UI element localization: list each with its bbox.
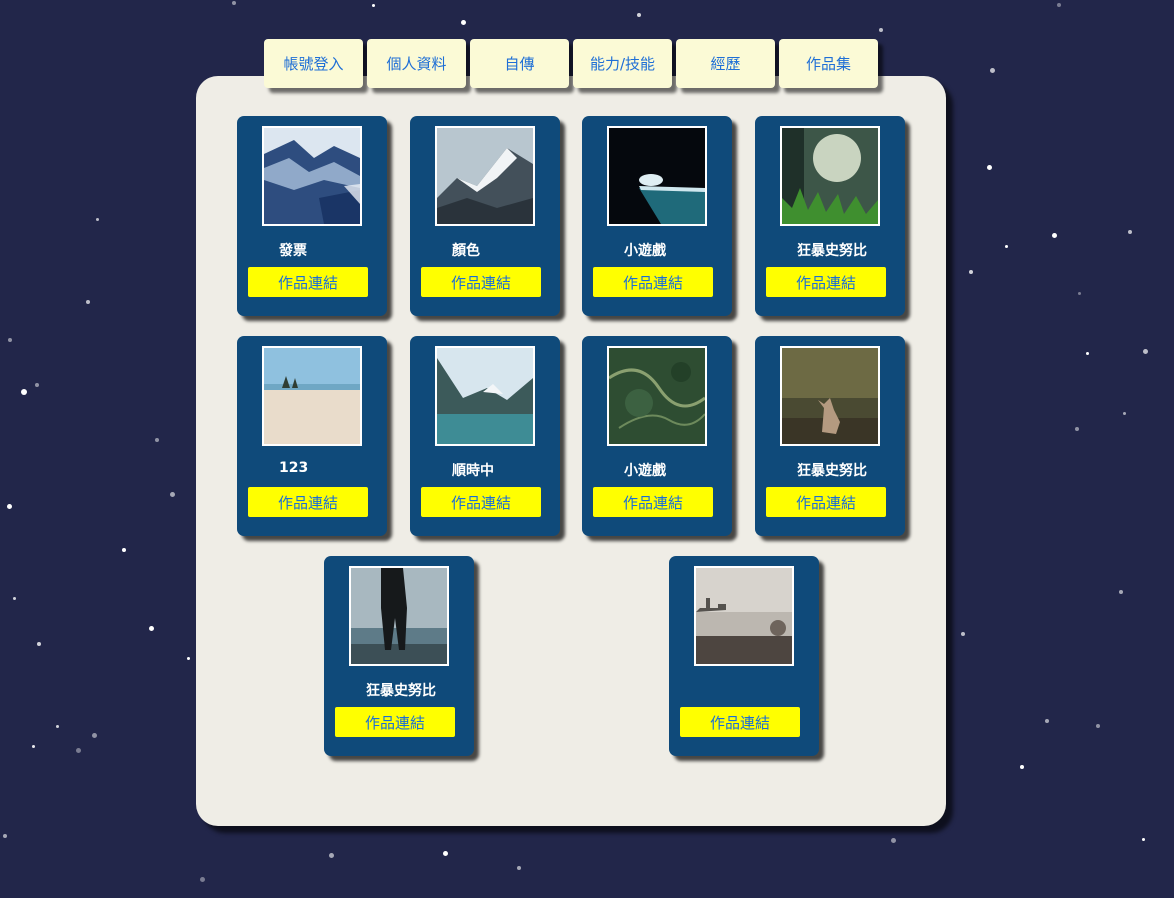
card-title: 發票 xyxy=(279,243,307,259)
card-title: 顏色 xyxy=(452,243,480,259)
tab-account-login[interactable]: 帳號登入 xyxy=(264,39,363,88)
portfolio-link-button[interactable]: 作品連結 xyxy=(593,267,713,297)
tab-autobiography[interactable]: 自傳 xyxy=(470,39,569,88)
portfolio-link-button[interactable]: 作品連結 xyxy=(421,267,541,297)
card-title: 狂暴史努比 xyxy=(797,243,867,259)
top-navigation: 帳號登入 個人資料 自傳 能力/技能 經歷 作品集 xyxy=(264,39,878,88)
portfolio-link-button[interactable]: 作品連結 xyxy=(680,707,800,737)
portfolio-thumbnail xyxy=(349,566,449,666)
portfolio-thumbnail xyxy=(262,126,362,226)
portfolio-card: 小遊戲 作品連結 xyxy=(582,336,732,536)
portfolio-card: 123 作品連結 xyxy=(237,336,387,536)
tab-skills[interactable]: 能力/技能 xyxy=(573,39,672,88)
tab-personal-info[interactable]: 個人資料 xyxy=(367,39,466,88)
portfolio-link-button[interactable]: 作品連結 xyxy=(335,707,455,737)
portfolio-card: 小遊戲 作品連結 xyxy=(582,116,732,316)
portfolio-card: 狂暴史努比 作品連結 xyxy=(324,556,474,756)
portfolio-thumbnail xyxy=(435,126,535,226)
portfolio-card: 順時中 作品連結 xyxy=(410,336,560,536)
card-title: 小遊戲 xyxy=(624,463,666,479)
portfolio-link-button[interactable]: 作品連結 xyxy=(248,267,368,297)
portfolio-link-button[interactable]: 作品連結 xyxy=(766,487,886,517)
portfolio-thumbnail xyxy=(607,126,707,226)
card-title: 狂暴史努比 xyxy=(366,683,436,699)
tab-experience[interactable]: 經歷 xyxy=(676,39,775,88)
portfolio-link-button[interactable]: 作品連結 xyxy=(766,267,886,297)
card-title: 123 xyxy=(279,460,309,476)
card-title: 小遊戲 xyxy=(624,243,666,259)
portfolio-card: 狂暴史努比 作品連結 xyxy=(755,116,905,316)
portfolio-thumbnail xyxy=(435,346,535,446)
portfolio-panel: 發票 作品連結 顏色 作品連結 小遊戲 作品連結 狂暴史努比 作品連結 123 … xyxy=(196,76,946,826)
portfolio-link-button[interactable]: 作品連結 xyxy=(421,487,541,517)
portfolio-link-button[interactable]: 作品連結 xyxy=(248,487,368,517)
tab-portfolio[interactable]: 作品集 xyxy=(779,39,878,88)
portfolio-thumbnail xyxy=(262,346,362,446)
card-title: 順時中 xyxy=(452,463,494,479)
portfolio-thumbnail xyxy=(780,346,880,446)
portfolio-card: 顏色 作品連結 xyxy=(410,116,560,316)
portfolio-card: 發票 作品連結 xyxy=(237,116,387,316)
portfolio-thumbnail xyxy=(607,346,707,446)
portfolio-card: 作品連結 xyxy=(669,556,819,756)
portfolio-link-button[interactable]: 作品連結 xyxy=(593,487,713,517)
portfolio-card: 狂暴史努比 作品連結 xyxy=(755,336,905,536)
portfolio-thumbnail xyxy=(694,566,794,666)
portfolio-thumbnail xyxy=(780,126,880,226)
card-title: 狂暴史努比 xyxy=(797,463,867,479)
